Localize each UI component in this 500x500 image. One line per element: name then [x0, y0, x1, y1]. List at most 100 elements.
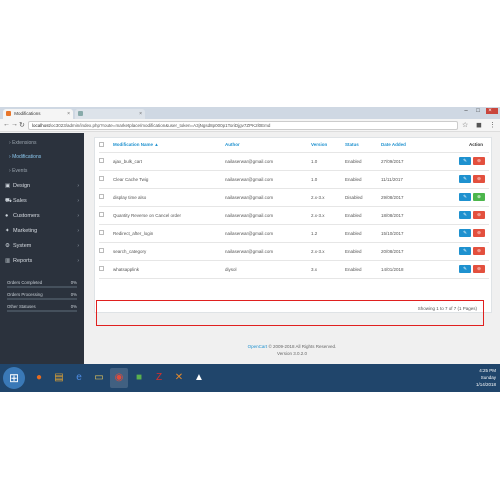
url-host: localhost — [32, 123, 50, 128]
sidebar-item-design[interactable]: ▣ Design › — [0, 180, 84, 193]
column-date-added[interactable]: Date Added — [381, 138, 425, 153]
bullet-icon: › — [9, 168, 11, 174]
firefox-icon[interactable]: ● — [30, 368, 48, 388]
row-checkbox[interactable] — [99, 266, 104, 271]
uninstall-button[interactable]: ⊖ — [473, 265, 485, 273]
sidebar-item-customers[interactable]: ● Customers › — [0, 210, 84, 223]
file-explorer-icon[interactable]: ▤ — [50, 368, 68, 388]
table-row: whatsapplink diysol 3.x Enabled 14/01/2018 ✎ ⊖ — [99, 260, 489, 279]
back-arrow-icon[interactable]: ← — [3, 121, 10, 128]
url-path: /oc3023/admin/index.php?route=marketplac… — [49, 123, 271, 128]
stat-percent: 0% — [70, 304, 77, 309]
sidebar-item-sales[interactable]: ⛟Sales › — [0, 195, 84, 208]
bookmark-star-icon[interactable]: ☆ — [462, 121, 468, 129]
uninstall-button[interactable]: ⊖ — [473, 157, 485, 165]
system-tray[interactable]: 4:25 PM Sunday 1/14/2018 — [426, 367, 496, 391]
cell-status: Disabled — [345, 188, 381, 207]
cell-version: 1.0 — [311, 170, 345, 189]
row-checkbox[interactable] — [99, 176, 104, 181]
xampp-icon[interactable]: ✕ — [170, 368, 188, 388]
app-green-icon[interactable]: ■ — [130, 368, 148, 388]
uninstall-button[interactable]: ⊖ — [473, 175, 485, 183]
highlight-box — [96, 300, 484, 326]
cell-author: nailaserwar@gmail.com — [225, 242, 311, 261]
stat-percent: 0% — [70, 292, 77, 297]
extension-icon[interactable]: ◼ — [476, 121, 482, 129]
ie-icon[interactable]: e — [70, 368, 88, 388]
cell-version: 1.2 — [311, 224, 345, 243]
column-author[interactable]: Author — [225, 138, 311, 153]
design-icon: ▣ — [5, 183, 11, 189]
cell-date-added: 27/09/2017 — [381, 152, 425, 171]
sidebar-item-system[interactable]: ⚙ System › — [0, 240, 84, 253]
row-checkbox[interactable] — [99, 212, 104, 217]
cell-status: Enabled — [345, 206, 381, 225]
cell-name: Clear Cache Twig — [113, 170, 225, 189]
sidebar-item-marketing[interactable]: ✦ Marketing › — [0, 225, 84, 238]
cell-date-added: 14/01/2018 — [381, 260, 425, 279]
sidebar-item-label: Reports — [13, 258, 33, 264]
edit-button[interactable]: ✎ — [459, 265, 471, 273]
sidebar-item-modifications[interactable]: › Modifications — [0, 151, 84, 164]
uninstall-button[interactable]: ⊖ — [473, 229, 485, 237]
edit-button[interactable]: ✎ — [459, 175, 471, 183]
tab-second[interactable]: × — [75, 109, 145, 119]
chrome-icon[interactable]: ◉ — [110, 368, 128, 388]
sidebar-item-extensions[interactable]: › Extensions — [0, 137, 84, 150]
progress-bar — [7, 298, 77, 300]
notes-icon[interactable]: ▭ — [90, 368, 108, 388]
edit-button[interactable]: ✎ — [459, 211, 471, 219]
start-button[interactable]: ⊞ — [3, 367, 25, 389]
uninstall-button[interactable]: ⊖ — [473, 211, 485, 219]
url-input[interactable]: localhost/oc3023/admin/index.php?route=m… — [28, 121, 458, 130]
sidebar-item-label: Customers — [13, 213, 40, 219]
uninstall-button[interactable]: ⊖ — [473, 247, 485, 255]
share-icon: ✦ — [5, 228, 10, 234]
close-icon[interactable]: × — [67, 111, 70, 117]
cell-name: Quantity Reverse on Cancel order — [113, 206, 225, 225]
row-checkbox[interactable] — [99, 158, 104, 163]
filezilla-icon[interactable]: Z — [150, 368, 168, 388]
column-status[interactable]: Status — [345, 138, 381, 153]
chevron-right-icon: › — [77, 228, 79, 234]
cell-author: diysol — [225, 260, 311, 279]
sidebar-item-label: Sales — [13, 198, 27, 204]
cell-author: nailaserwar@gmail.com — [225, 152, 311, 171]
checkbox-cell — [99, 152, 113, 171]
edit-button[interactable]: ✎ — [459, 193, 471, 201]
minimize-icon[interactable]: – — [462, 108, 474, 114]
stat-orders-completed: Orders Completed 0% — [7, 280, 77, 288]
select-all-checkbox[interactable] — [99, 141, 104, 147]
cell-author: nailaserwar@gmail.com — [225, 224, 311, 243]
row-checkbox[interactable] — [99, 194, 104, 199]
chevron-right-icon: › — [77, 183, 79, 189]
enable-button[interactable]: ⊕ — [473, 193, 485, 201]
app-upload-icon[interactable]: ▲ — [190, 368, 208, 388]
table-row: Quantity Reverse on Cancel order nailaser… — [99, 206, 489, 225]
opencart-link[interactable]: OpenCart — [248, 344, 268, 349]
tab-label: Modifications — [14, 111, 41, 116]
select-all-cell — [99, 138, 113, 153]
column-version[interactable]: Version — [311, 138, 345, 153]
column-name[interactable]: Modification Name ▲ — [113, 138, 225, 153]
forward-arrow-icon[interactable]: → — [11, 121, 18, 128]
window-close-icon[interactable]: × — [486, 108, 498, 114]
edit-button[interactable]: ✎ — [459, 229, 471, 237]
bullet-icon: › — [9, 140, 11, 146]
page-favicon-icon — [78, 111, 83, 116]
row-checkbox[interactable] — [99, 230, 104, 235]
close-icon[interactable]: × — [139, 111, 142, 117]
row-checkbox[interactable] — [99, 248, 104, 253]
tab-modifications[interactable]: Modifications × — [3, 109, 73, 119]
sidebar-item-reports[interactable]: ▥ Reports › — [0, 255, 84, 268]
maximize-icon[interactable]: □ — [474, 108, 486, 114]
sidebar-item-events[interactable]: › Events — [0, 165, 84, 178]
reload-icon[interactable]: ↻ — [19, 121, 25, 129]
edit-button[interactable]: ✎ — [459, 157, 471, 165]
chevron-right-icon: › — [77, 243, 79, 249]
cell-name: whatsapplink — [113, 260, 225, 279]
chevron-right-icon: › — [77, 198, 79, 204]
sidebar-item-label: Events — [12, 168, 28, 174]
menu-icon[interactable]: ⋮ — [489, 121, 496, 129]
edit-button[interactable]: ✎ — [459, 247, 471, 255]
